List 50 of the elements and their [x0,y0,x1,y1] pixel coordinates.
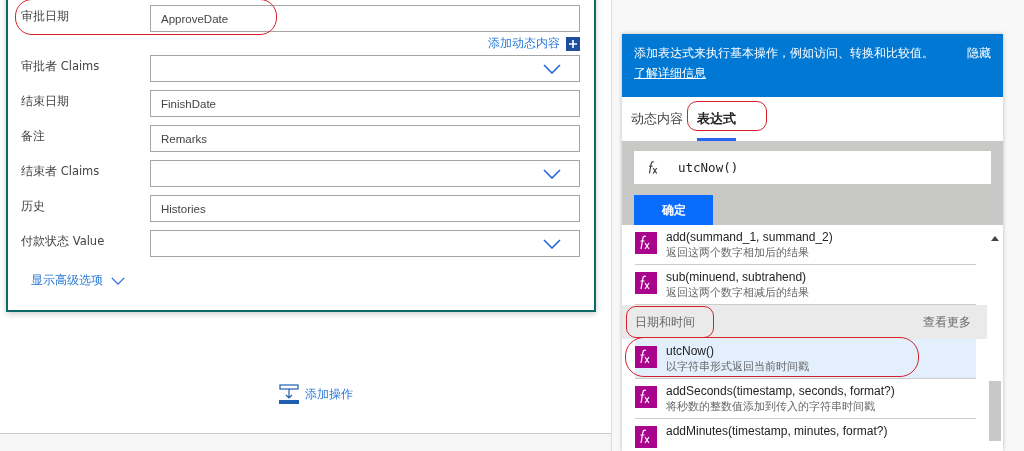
text-field[interactable]: ApproveDate [150,5,580,32]
function-icon [635,272,657,294]
field-label: 审批者 Claims [21,58,101,74]
add-action-link[interactable]: 添加操作 [304,385,353,403]
function-description: 返回这两个数字相减后的结果 [666,285,809,300]
field-label: 备注 [21,128,46,144]
function-icon [635,346,657,368]
function-icon [635,386,657,408]
function-item[interactable]: addMinutes(timestamp, minutes, format?) [635,419,976,451]
text-field[interactable]: FinishDate [150,90,580,117]
add-step-icon [278,384,299,404]
info-text: 添加表达式来执行基本操作，例如访问、转换和比较值。 了解详细信息 [634,45,935,82]
scrollbar-thumb[interactable] [989,381,1001,441]
add-dynamic-content-link[interactable]: 添加动态内容 [488,36,560,51]
field-label: 结束日期 [21,93,70,109]
field-label: 审批日期 [21,8,70,24]
function-name: addSeconds(timestamp, seconds, format?) [666,383,895,399]
function-name: addMinutes(timestamp, minutes, format?) [666,423,888,439]
dropdown-field[interactable] [150,160,580,187]
learn-more-link[interactable]: 了解详细信息 [634,66,706,80]
function-description: 将秒数的整数值添加到传入的字符串时间戳 [666,399,876,414]
expression-field[interactable]: utcNow() [634,151,991,184]
function-description: 返回这两个数字相加后的结果 [666,245,810,260]
function-name: sub(minuend, subtrahend) [666,269,808,285]
function-icon [635,232,657,254]
show-advanced-options-link[interactable]: 显示高级选项 [31,273,103,288]
function-description: 以字符串形式返回当前时间戳 [666,359,809,374]
ok-button[interactable]: 确定 [634,195,713,225]
see-more-link[interactable]: 查看更多 [923,313,971,331]
scroll-up-icon [991,235,999,241]
function-icon [635,426,657,448]
function-name: utcNow() [666,343,715,359]
function-name: add(summand_1, summand_2) [666,229,833,245]
chevron-down-icon [543,168,561,179]
tab[interactable]: 动态内容 [631,97,683,141]
function-item[interactable]: addSeconds(timestamp, seconds, format?) 将秒数的整数值添加到传入的字符串时间戳 [635,379,976,419]
hide-link[interactable]: 隐藏 [967,43,991,90]
field-label: 历史 [21,198,46,214]
function-item[interactable]: add(summand_1, summand_2) 返回这两个数字相加后的结果 [635,225,976,265]
chevron-down-icon [111,275,125,286]
chevron-down-icon [543,63,561,74]
field-label: 付款状态 Value [21,233,106,249]
section-title: 日期和时间 [635,314,695,329]
plus-icon [566,36,580,51]
dropdown-field[interactable] [150,55,580,82]
field-label: 结束者 Claims [21,163,101,179]
dropdown-field[interactable] [150,230,580,257]
text-field[interactable]: Remarks [150,125,580,152]
chevron-down-icon [543,238,561,249]
text-field[interactable]: Histories [150,195,580,222]
